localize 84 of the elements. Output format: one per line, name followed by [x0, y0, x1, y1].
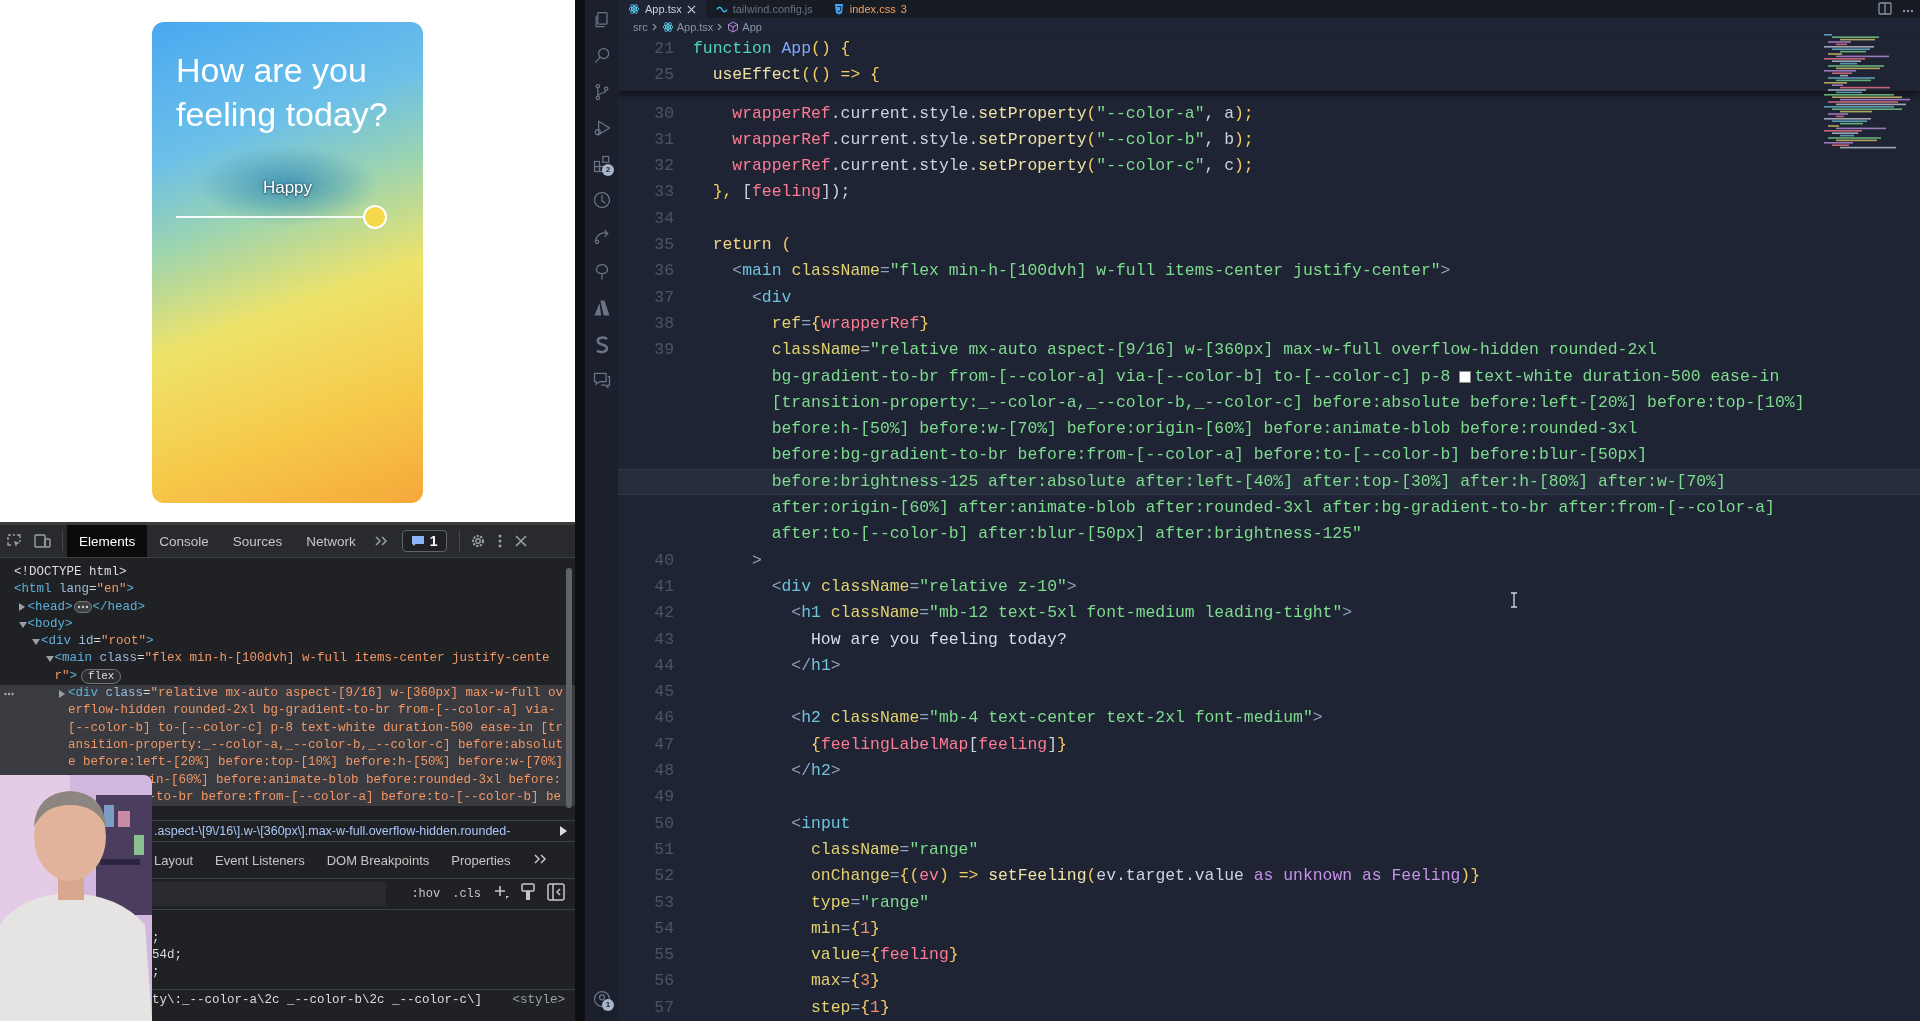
code-line: <h2 className="mb-4 text-center text-2xl font-medium">: [791, 707, 1323, 730]
dom-text: <!DOCTYPE html>: [14, 564, 127, 581]
code-line: wrapperRef.current.style.setProperty("--color-c", c);: [732, 155, 1254, 178]
style-toggle[interactable]: :hov: [411, 887, 441, 901]
panel-tab[interactable]: DOM Breakpoints: [326, 852, 430, 868]
rule-selector: ty\:_--color-a\2c _--color-b\2c _--color-c\]: [152, 993, 483, 1007]
flex-badge[interactable]: flex: [81, 668, 122, 684]
code-line: useEffect(() => {: [712, 64, 880, 87]
card-title: How are you feeling today?: [176, 50, 389, 136]
code-line: >: [752, 549, 762, 572]
devtools-tab[interactable]: Sources: [220, 525, 295, 557]
code-line: min={1}: [811, 917, 880, 940]
dom-text: </head>: [92, 598, 146, 616]
code-line: step={1}: [811, 996, 890, 1019]
code-line: <div: [752, 286, 792, 309]
code-line: className="relative mx-auto aspect-[9/16] w-[360px] max-w-full overflow-hidden rounded-2xl: [771, 339, 1657, 362]
rule-source-link[interactable]: <style>: [512, 993, 565, 1007]
dom-text: in-[60%] before:animate-blob before:rounded-3xl before:: [148, 771, 561, 789]
code-line: before:bg-gradient-to-br before:from-[--color-a] before:to-[--color-b] before:blur-[50px]: [771, 444, 1648, 467]
code-line: after:to-[--color-b] after:blur-[50px] after:brightness-125": [771, 523, 1362, 546]
dom-text: e before:left-[20%] before:top-[10%] before:h-[50%] before:w-[70%]: [68, 754, 564, 772]
dom-text: [--color-b] to-[--color-c] p-8 text-white duration-500 ease-in [tr: [68, 719, 564, 737]
breadcrumb-item[interactable]: src: [633, 21, 648, 33]
count-badge: 1: [602, 999, 614, 1011]
panel-tab[interactable]: Layout: [154, 852, 194, 868]
code-line: value={feeling}: [811, 944, 959, 967]
panel-tab[interactable]: Properties: [451, 852, 511, 868]
messages-button[interactable]: 1: [401, 530, 447, 552]
code-line: {feelingLabelMap[feeling]}: [811, 733, 1067, 756]
dom-text: <main class="flex min-h-[100dvh] w-full items-center justify-cente: [54, 650, 550, 668]
dom-node[interactable]: <body>: [0, 615, 575, 634]
code-line: <div className="relative z-10">: [771, 575, 1077, 598]
code-line: function App() {: [693, 38, 851, 60]
code-line: How are you feeling today?: [811, 628, 1067, 651]
editor-tab[interactable]: index.css 3: [822, 0, 917, 18]
dom-text: -to-br before:from-[--color-a] before:to-[--color-b] be: [148, 788, 561, 806]
code-line: </h1>: [791, 654, 841, 677]
breadcrumb-item[interactable]: App: [727, 21, 762, 33]
dom-node[interactable]: <div id="root">: [0, 633, 575, 651]
style-toggle[interactable]: .cls: [452, 887, 481, 901]
code-line: <h1 className="mb-12 text-5xl font-medium leading-tight">: [791, 602, 1353, 625]
code-line: return (: [712, 234, 792, 257]
style-declaration: ;: [152, 930, 161, 947]
code-line: wrapperRef.current.style.setProperty("--color-a", a);: [732, 102, 1254, 125]
mood-label: Happy: [261, 178, 314, 199]
code-line: <main className="flex min-h-[100dvh] w-full items-center justify-center">: [732, 260, 1451, 283]
editor-tab[interactable]: App.tsx: [618, 0, 706, 18]
code-line: before:brightness-125 after:absolute after:left-[40%] after:top-[30%] after:h-[80%] after:w-[70%]: [771, 470, 1726, 493]
code-line: wrapperRef.current.style.setProperty("--color-b", b);: [732, 128, 1254, 151]
dom-text: r">: [54, 667, 78, 685]
code-line: }, [feeling]);: [712, 181, 851, 204]
dom-text: <head>: [27, 598, 73, 616]
devtools-tab[interactable]: Network: [294, 525, 368, 557]
code-line: bg-gradient-to-br from-[--color-a] via-[--color-b] to-[--color-c] p-8: [771, 365, 1451, 388]
dom-node[interactable]: <head> </head>: [0, 598, 575, 616]
editor-tab[interactable]: tailwind.config.js: [705, 0, 823, 18]
code-line: type="range": [811, 891, 930, 914]
code-line: text-white duration-500 ease-in: [1474, 365, 1780, 388]
dom-text: ansition-property:_--color-a,_--color-b,_--color-c] before:absolut: [68, 736, 564, 754]
dom-node[interactable]: <main class="flex min-h-[100dvh] w-full items-center justify-cente r"> flex: [0, 650, 575, 686]
breadcrumb-item[interactable]: App.tsx: [661, 21, 714, 33]
code-line: ref={wrapperRef}: [771, 312, 930, 335]
dom-text: <body>: [27, 615, 73, 633]
code-line: max={3}: [811, 970, 880, 993]
devtools-tab[interactable]: Console: [147, 525, 221, 557]
style-declaration: 54d;: [152, 947, 183, 964]
code-line: onChange={(ev) => setFeeling(ev.target.value as unknown as Feeling)}: [811, 865, 1481, 888]
dom-text: <div class="relative mx-auto aspect-[9/16] w-[360px] max-w-full ov: [68, 685, 564, 703]
devtools-tab[interactable]: Elements: [67, 525, 148, 557]
code-line: after:origin-[60%] after:animate-blob after:rounded-3xl after:bg-gradient-to-br after:from-[--color-a]: [771, 497, 1775, 520]
element-breadcrumb[interactable]: .aspect-\[9\/16\].w-\[360px\].max-w-full.overflow-hidden.rounded-: [154, 824, 511, 838]
dom-text: erflow-hidden rounded-2xl bg-gradient-to-br from-[--color-a] via-: [68, 702, 556, 720]
panel-tab[interactable]: Event Listeners: [215, 852, 305, 868]
dom-text: <div id="root">: [41, 633, 154, 651]
dom-node[interactable]: <!DOCTYPE html>: [0, 564, 575, 582]
count-badge: 2: [602, 164, 614, 176]
dom-node[interactable]: <html lang="en">: [0, 581, 575, 599]
code-line: <input: [791, 812, 851, 835]
code-line: </h2>: [791, 760, 841, 782]
code-line: [transition-property:_--color-a,_--color-b,_--color-c] before:absolute before:left-[20%] before:top-[10%]: [771, 391, 1805, 414]
code-line: before:h-[50%] before:w-[70%] before:origin-[60%] before:animate-blob before:rounded-3xl: [771, 418, 1638, 441]
code-line: className="range": [811, 838, 979, 861]
dom-text: <html lang="en">: [14, 581, 135, 599]
style-declaration: ;: [152, 964, 161, 981]
